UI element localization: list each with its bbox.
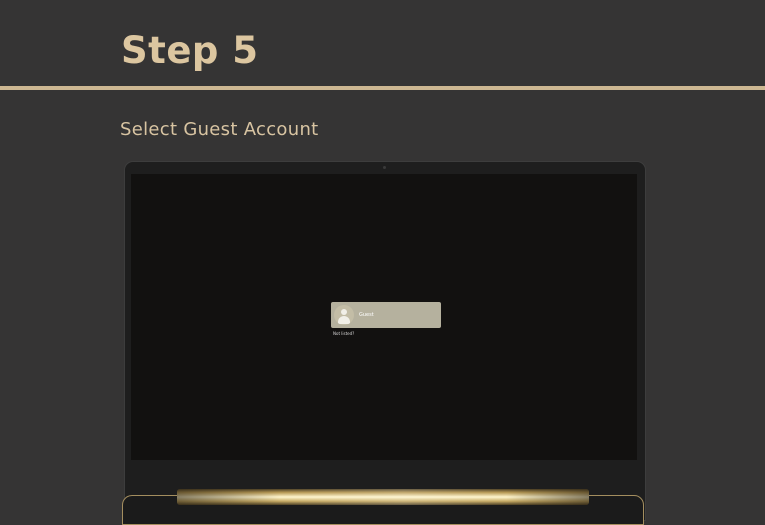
- user-silhouette-icon: [334, 305, 354, 325]
- step-title: Step 5: [121, 29, 259, 72]
- guest-account-tile[interactable]: Guest: [331, 302, 441, 328]
- not-listed-link[interactable]: Not listed?: [333, 331, 354, 336]
- laptop-hinge-shine: [177, 489, 589, 505]
- instruction-text: Select Guest Account: [120, 119, 319, 140]
- webcam-icon: [383, 166, 386, 169]
- header-divider: [0, 86, 765, 90]
- account-name-label: Guest: [359, 312, 374, 318]
